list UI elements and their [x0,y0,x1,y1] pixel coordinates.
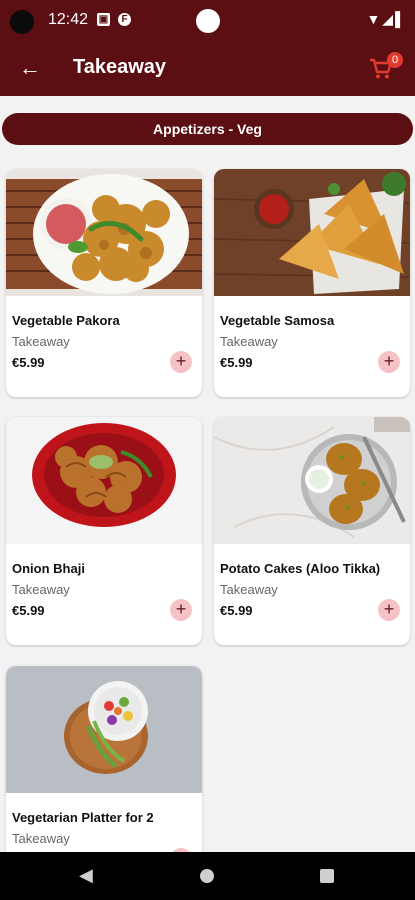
add-to-cart-button[interactable]: + [170,351,192,373]
product-image-vegetarian-platter [6,666,202,793]
product-image-potato-cakes [214,417,410,544]
product-card-potato-cakes[interactable]: Potato Cakes (Aloo Tikka) Takeaway €5.99… [214,417,410,645]
product-subtitle: Takeaway [220,334,278,349]
cart-button[interactable]: 0 [369,52,403,84]
product-image-vegetable-pakora [6,169,202,296]
status-time: 12:42 [48,11,89,28]
product-subtitle: Takeaway [12,831,70,846]
nav-back-icon[interactable]: ◀ [79,865,93,886]
add-to-cart-button[interactable]: + [378,599,400,621]
cart-count-badge: 0 [387,52,403,68]
product-subtitle: Takeaway [12,334,70,349]
status-bar: 12:42 ▣ F ▼◢▌ [0,0,415,40]
app-bar: ← Takeaway 0 [0,40,415,96]
system-navigation-bar: ◀ [0,852,415,900]
product-title: Vegetable Samosa [220,313,335,328]
system-status-icons: ▼◢▌ [366,11,407,27]
product-price: €5.99 [220,603,253,618]
product-title: Onion Bhaji [12,561,85,576]
product-card-vegetable-pakora[interactable]: Vegetable Pakora Takeaway €5.99 + [6,169,202,397]
add-to-cart-button[interactable]: + [170,599,192,621]
camera-dot-icon [10,10,34,34]
back-button[interactable]: ← [16,54,44,82]
product-subtitle: Takeaway [220,582,278,597]
product-title: Vegetarian Platter for 2 [12,810,154,825]
product-price: €5.99 [220,355,253,370]
category-header[interactable]: Appetizers - Veg [2,113,413,145]
product-image-vegetable-samosa [214,169,410,296]
page-title: Takeaway [73,56,167,78]
product-title: Potato Cakes (Aloo Tikka) [220,561,381,576]
product-card-onion-bhaji[interactable]: Onion Bhaji Takeaway €5.99 + [6,417,202,645]
product-price: €5.99 [12,355,45,370]
product-price: €5.99 [12,603,45,618]
notification-icon: ▣ [97,13,110,26]
add-to-cart-button[interactable]: + [378,351,400,373]
product-image-onion-bhaji [6,417,202,544]
product-card-vegetable-samosa[interactable]: Vegetable Samosa Takeaway €5.99 + [214,169,410,397]
product-subtitle: Takeaway [12,582,70,597]
product-title: Vegetable Pakora [12,313,120,328]
nav-home-icon[interactable] [200,869,214,883]
front-camera-icon [196,9,220,33]
nav-recents-icon[interactable] [320,869,334,883]
notification-icon-2: F [118,13,131,26]
